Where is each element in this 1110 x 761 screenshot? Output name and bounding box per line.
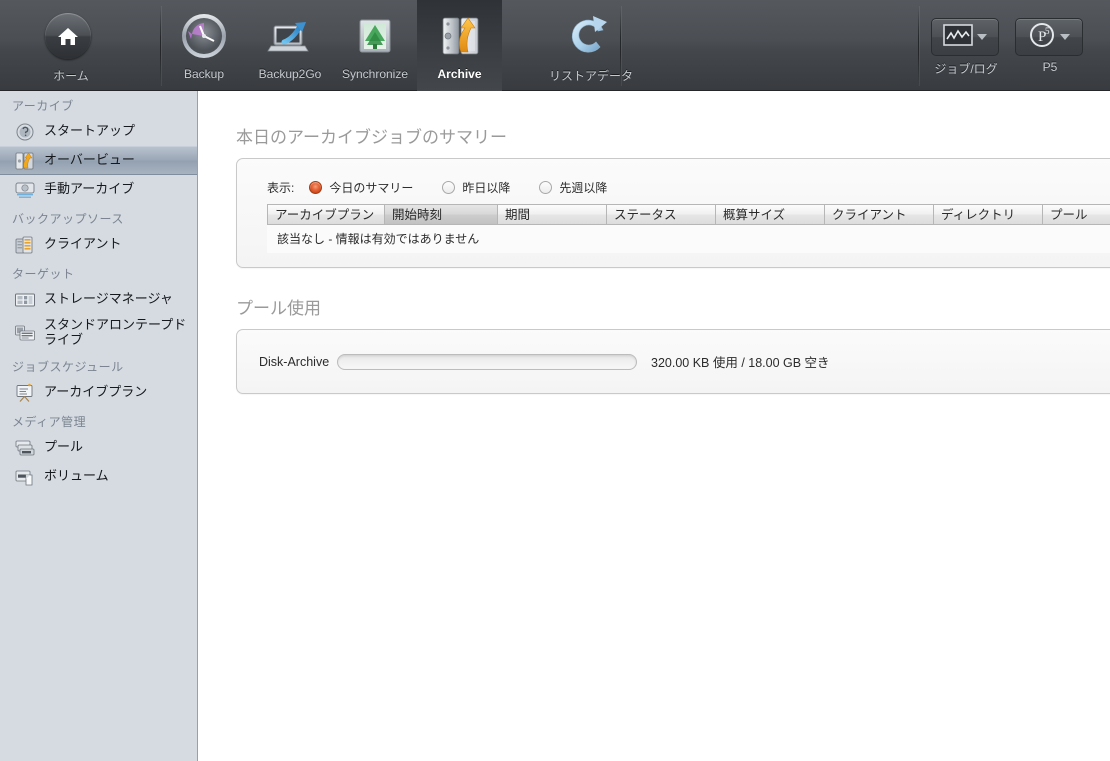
toolbar-item-label: Archive (437, 67, 481, 81)
toolbar-item-backup2go[interactable]: Backup2Go (248, 0, 332, 91)
summary-panel: 表示: 今日のサマリー 昨日以降 先週以降 アーカイブプラン 開始時刻 期間 ス… (236, 158, 1110, 268)
column-header-pool[interactable]: プール (1043, 204, 1110, 225)
sidebar-item-standalone-tape-drive[interactable]: スタンドアロンテープドライブ (0, 314, 197, 352)
pool-name: Disk-Archive (259, 355, 337, 369)
table-header-row: アーカイブプラン 開始時刻 期間 ステータス 概算サイズ クライアント ディレク… (267, 204, 1110, 225)
sidebar-group-archive: アーカイブ (0, 91, 197, 117)
archive-plan-board-icon (14, 383, 36, 403)
restore-refresh-icon (565, 10, 617, 62)
column-header-directory[interactable]: ディレクトリ (934, 204, 1043, 225)
sidebar-item-label: ストレージマネージャ (44, 292, 173, 307)
archive-safe-icon (434, 10, 486, 62)
pool-usage-title: プール使用 (198, 268, 1110, 329)
clients-servers-icon (14, 235, 36, 255)
filter-label: 表示: (267, 179, 294, 196)
tape-drive-icon (14, 323, 36, 343)
sidebar-item-label: オーバービュー (44, 153, 135, 168)
sidebar-item-label: ボリューム (44, 469, 109, 484)
sidebar-item-manual-archive[interactable]: 手動アーカイブ (0, 175, 197, 204)
startup-icon (14, 122, 36, 142)
column-header-estimated-size[interactable]: 概算サイズ (716, 204, 825, 225)
volume-icon (14, 467, 36, 487)
sidebar-item-label: プール (44, 440, 83, 455)
content-area: 本日のアーカイブジョブのサマリー 表示: 今日のサマリー 昨日以降 先週以降 ア… (198, 91, 1110, 761)
svg-text:5: 5 (1045, 26, 1050, 36)
sidebar-item-clients[interactable]: クライアント (0, 230, 197, 259)
pool-usage-progress-bar (337, 354, 637, 370)
page-title: 本日のアーカイブジョブのサマリー (198, 91, 1110, 158)
radio-today-summary-label: 今日のサマリー (329, 179, 413, 196)
sidebar-group-target: ターゲット (0, 259, 197, 285)
toolbar-item-home[interactable]: ホーム (37, 0, 105, 91)
sidebar-group-backup-source: バックアップソース (0, 204, 197, 230)
pool-usage-row: Disk-Archive 320.00 KB 使用 / 18.00 GB 空き (237, 330, 1110, 393)
filter-row: 表示: 今日のサマリー 昨日以降 先週以降 (237, 159, 1110, 204)
table-empty-message: 該当なし - 情報は有効ではありません (267, 225, 1110, 253)
sidebar-item-label: スタートアップ (44, 124, 135, 139)
toolbar-item-label: Synchronize (342, 67, 408, 81)
chevron-down-icon[interactable] (977, 34, 987, 40)
toolbar-item-synchronize[interactable]: Synchronize (334, 0, 416, 91)
radio-since-yesterday[interactable] (442, 181, 455, 194)
chevron-down-icon[interactable] (1060, 34, 1070, 40)
sidebar-group-media-management: メディア管理 (0, 407, 197, 433)
toolbar-button-label: ジョブ/ログ (932, 60, 1000, 77)
storage-manager-icon (14, 290, 36, 310)
toolbar-item-restore[interactable]: リストアデータ (540, 0, 642, 91)
backup-clock-icon (178, 10, 230, 62)
column-header-start-time[interactable]: 開始時刻 (385, 204, 498, 225)
toolbar-separator-tools (918, 6, 919, 86)
sidebar-item-label: スタンドアロンテープドライブ (44, 318, 194, 348)
toolbar-button-label: P5 (1016, 60, 1084, 74)
sidebar-item-label: アーカイブプラン (44, 385, 147, 400)
synchronize-icon (349, 10, 401, 62)
sidebar-item-label: クライアント (44, 237, 121, 252)
laptop-arrow-icon (264, 10, 316, 62)
sidebar: アーカイブ スタートアップ オーバービ (0, 91, 198, 761)
overview-archive-icon (14, 151, 36, 171)
application-window: ホーム (0, 0, 1110, 761)
jobs-table: アーカイブプラン 開始時刻 期間 ステータス 概算サイズ クライアント ディレク… (267, 204, 1110, 253)
sidebar-group-job-schedule: ジョブスケジュール (0, 352, 197, 378)
main-toolbar: ホーム (0, 0, 1110, 91)
pool-stack-icon (14, 438, 36, 458)
column-header-client[interactable]: クライアント (825, 204, 934, 225)
sidebar-item-pool[interactable]: プール (0, 433, 197, 462)
pool-usage-panel: Disk-Archive 320.00 KB 使用 / 18.00 GB 空き (236, 329, 1110, 394)
toolbar-item-label: Backup2Go (259, 67, 322, 81)
sidebar-item-label: 手動アーカイブ (44, 182, 134, 197)
radio-today-summary[interactable] (309, 181, 322, 194)
manual-archive-disk-icon (14, 180, 36, 200)
joblog-graph-icon (943, 24, 973, 51)
sidebar-item-overview[interactable]: オーバービュー (0, 146, 197, 175)
toolbar-button-joblog[interactable]: ジョブ/ログ (931, 18, 999, 56)
p5-logo-icon: P 5 (1028, 21, 1056, 54)
sidebar-item-volume[interactable]: ボリューム (0, 462, 197, 491)
toolbar-item-label: Backup (184, 67, 224, 81)
radio-since-last-week-label: 先週以降 (559, 179, 607, 196)
toolbar-button-p5[interactable]: P 5 P5 (1015, 18, 1083, 56)
home-icon (45, 10, 97, 62)
sidebar-item-storage-manager[interactable]: ストレージマネージャ (0, 285, 197, 314)
column-header-status[interactable]: ステータス (607, 204, 716, 225)
toolbar-item-backup[interactable]: Backup (170, 0, 238, 91)
toolbar-item-label: ホーム (53, 67, 89, 84)
sidebar-item-archive-plan[interactable]: アーカイブプラン (0, 378, 197, 407)
column-header-duration[interactable]: 期間 (498, 204, 607, 225)
toolbar-separator-left (160, 6, 161, 86)
toolbar-item-label: リストアデータ (549, 67, 633, 84)
column-header-archive-plan[interactable]: アーカイブプラン (267, 204, 385, 225)
radio-since-last-week[interactable] (539, 181, 552, 194)
pool-usage-stat: 320.00 KB 使用 / 18.00 GB 空き (651, 352, 830, 371)
sidebar-item-startup[interactable]: スタートアップ (0, 117, 197, 146)
radio-since-yesterday-label: 昨日以降 (462, 179, 510, 196)
toolbar-item-archive[interactable]: Archive (417, 0, 502, 91)
